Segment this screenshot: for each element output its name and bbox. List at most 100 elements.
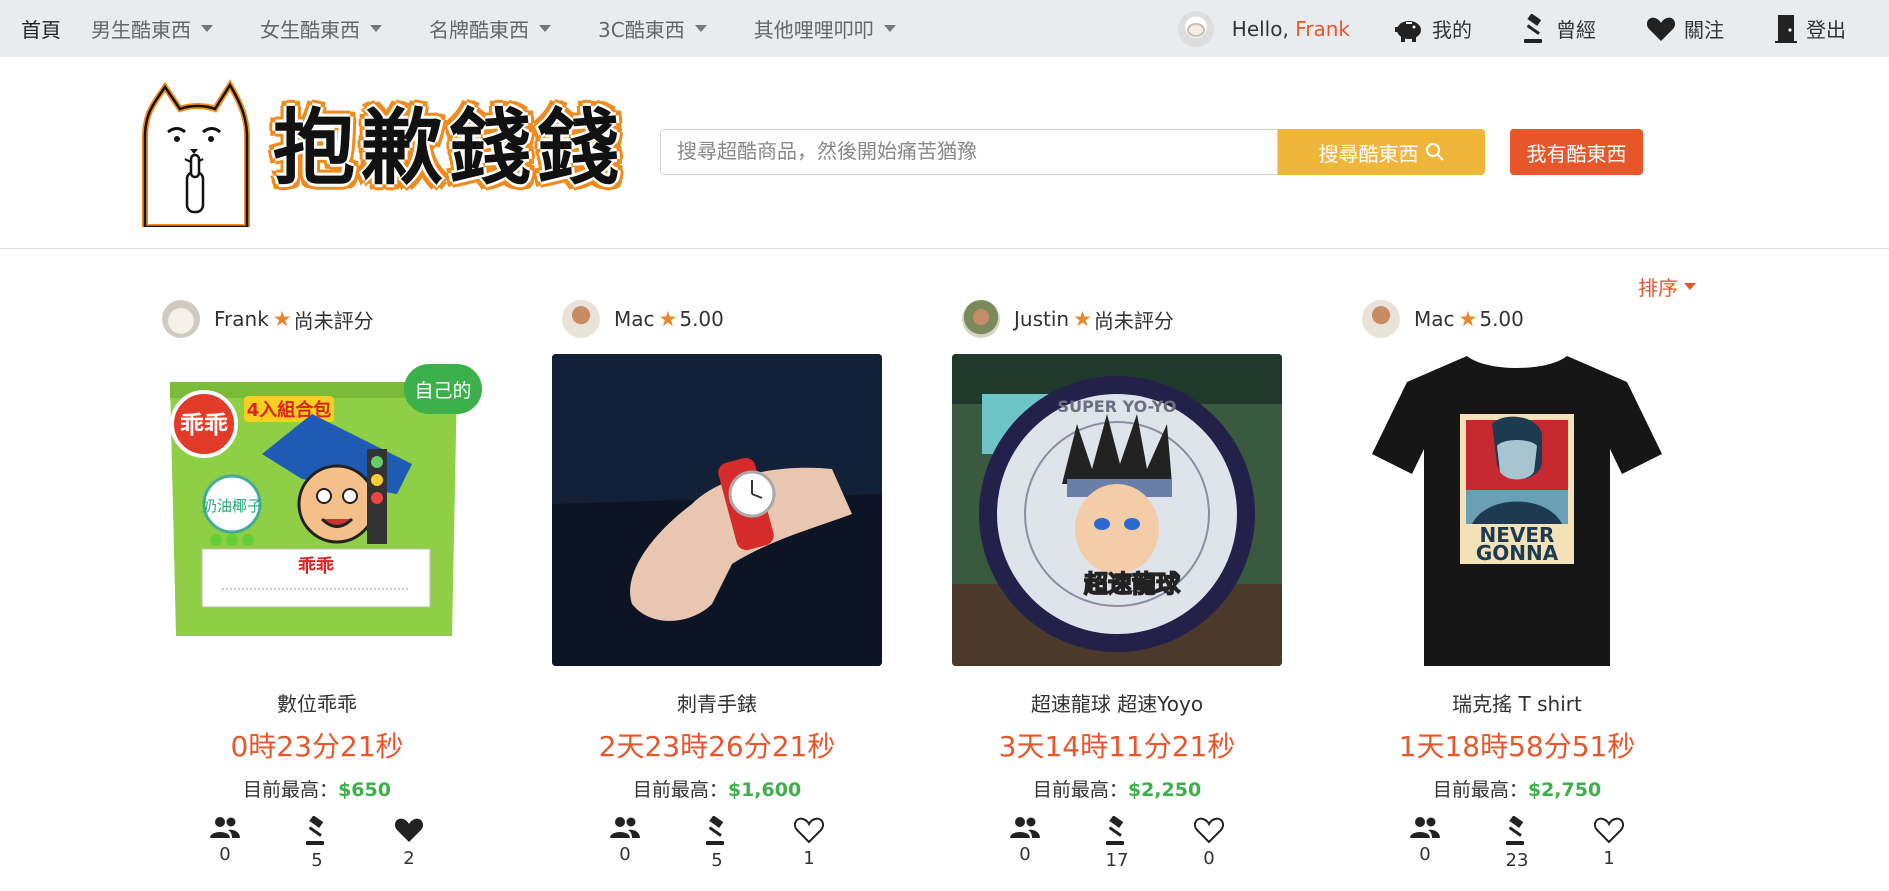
t-shirt-image: NEVER GONNA — [1372, 356, 1662, 666]
seller-info[interactable]: Justin ★ 尚未評分 — [952, 296, 1282, 342]
current-bid: 目前最高：$650 — [152, 775, 482, 802]
gavel-icon — [1106, 816, 1124, 845]
chevron-down-icon — [370, 25, 382, 32]
likes-count: 1 — [1603, 848, 1615, 869]
heart-filled-icon[interactable] — [394, 816, 424, 844]
nav-follow-link[interactable]: 關注 — [1646, 14, 1724, 43]
seller-name: Mac — [1414, 307, 1455, 331]
bids-stat: 17 — [1097, 816, 1137, 871]
current-bid: 目前最高：$2,750 — [1352, 775, 1682, 802]
sell-item-button[interactable]: 我有酷東西 — [1510, 129, 1643, 175]
auction-card[interactable]: Mac ★ 5.00 NEVER GONNA 瑞克搖 T shirt 1天18時… — [1352, 296, 1682, 871]
greeting-prefix: Hello, — [1231, 16, 1296, 41]
nav-home-link[interactable]: 首頁 — [21, 14, 61, 43]
nav-follow-label: 關注 — [1684, 18, 1724, 42]
item-title[interactable]: 瑞克搖 T shirt — [1352, 688, 1682, 717]
bidders-count: 0 — [219, 844, 231, 865]
seller-info[interactable]: Frank ★ 尚未評分 — [152, 296, 482, 342]
bidders-stat: 0 — [1405, 816, 1445, 871]
star-icon: ★ — [1073, 307, 1092, 331]
nav-right: Hello, Frank 我的 曾經 關注 登出 — [1177, 0, 1889, 57]
price-value: $2,250 — [1127, 779, 1202, 801]
nav-category-women[interactable]: 女生酷東西 — [260, 14, 382, 43]
nav-logout-link[interactable]: 登出 — [1774, 14, 1846, 44]
nav-left: 首頁 男生酷東西 女生酷東西 名牌酷東西 3C酷東西 其他哩哩叩叩 — [0, 0, 943, 57]
nav-category-other[interactable]: 其他哩哩叩叩 — [754, 14, 896, 43]
auction-card[interactable]: Mac ★ 5.00 刺青手錶 2天23時26分21秒 目前最高：$1,600 … — [552, 296, 882, 871]
current-bid: 目前最高：$2,250 — [952, 775, 1282, 802]
likes-count: 0 — [1203, 848, 1215, 869]
likes-stat[interactable]: 1 — [789, 816, 829, 871]
nav-category-men[interactable]: 男生酷東西 — [91, 14, 213, 43]
countdown-timer: 2天23時26分21秒 — [598, 730, 836, 763]
bidders-stat: 0 — [1005, 816, 1045, 871]
price-label: 目前最高： — [243, 779, 339, 801]
item-photo[interactable]: 乖乖 4入組合包 奶油椰子 乖乖 自己的 — [152, 354, 482, 666]
gavel-icon — [1524, 13, 1542, 43]
site-header: 抱 歉 錢 錢 搜尋酷東西 我有酷東西 — [0, 57, 1889, 249]
likes-stat[interactable]: 1 — [1589, 816, 1629, 871]
seller-rating: 尚未評分 — [293, 308, 374, 333]
countdown-timer: 0時23分21秒 — [230, 730, 404, 763]
seller-name: Frank — [214, 307, 269, 331]
bidders-stat: 0 — [205, 816, 245, 871]
logo-char: 歉 — [361, 100, 444, 196]
nav-category-3c[interactable]: 3C酷東西 — [598, 14, 707, 43]
nav-category-label: 3C酷東西 — [598, 18, 685, 42]
site-logo[interactable]: 抱 歉 錢 錢 — [135, 77, 630, 227]
heart-outline-icon[interactable] — [1194, 816, 1224, 844]
shirt-text-line2: GONNA — [1476, 541, 1559, 565]
chevron-down-icon — [1684, 283, 1696, 290]
nav-mine-link[interactable]: 我的 — [1394, 14, 1472, 43]
gavel-icon — [1506, 816, 1524, 845]
yoyo-image: SUPER YO-YO 超速龍球 — [952, 354, 1282, 666]
likes-stat[interactable]: 0 — [1189, 816, 1229, 871]
auction-card[interactable]: Justin ★ 尚未評分 SUPER YO-YO 超速龍球 超速龍球 超速Yo… — [952, 296, 1282, 871]
seller-info[interactable]: Mac ★ 5.00 — [552, 296, 882, 342]
search-icon — [1425, 143, 1444, 161]
item-title[interactable]: 超速龍球 超速Yoyo — [952, 688, 1282, 717]
star-icon: ★ — [1458, 307, 1478, 331]
item-stats: 0 5 1 — [552, 816, 882, 871]
bidders-count: 0 — [619, 844, 631, 865]
star-icon: ★ — [658, 307, 678, 331]
item-title[interactable]: 數位乖乖 — [152, 688, 482, 717]
nav-category-brand[interactable]: 名牌酷東西 — [429, 14, 551, 43]
seller-avatar[interactable] — [1362, 300, 1400, 338]
heart-outline-icon[interactable] — [1594, 816, 1624, 844]
yoyo-ring-text: SUPER YO-YO — [1058, 397, 1177, 416]
price-value: $2,750 — [1527, 779, 1602, 801]
greeting-username[interactable]: Frank — [1295, 17, 1350, 41]
seller-rating: 5.00 — [1479, 307, 1524, 331]
nav-category-label: 女生酷東西 — [260, 18, 360, 42]
user-avatar[interactable] — [1177, 10, 1214, 47]
item-photo[interactable]: SUPER YO-YO 超速龍球 — [952, 354, 1282, 666]
search-input[interactable] — [660, 129, 1278, 175]
star-icon: ★ — [272, 307, 292, 331]
seller-name: Mac — [614, 307, 655, 331]
seller-avatar[interactable] — [562, 300, 600, 338]
seller-avatar[interactable] — [162, 300, 200, 338]
item-title[interactable]: 刺青手錶 — [552, 688, 882, 717]
nav-logout-label: 登出 — [1806, 18, 1846, 42]
current-bid: 目前最高：$1,600 — [552, 775, 882, 802]
likes-stat[interactable]: 2 — [389, 816, 429, 871]
seller-info[interactable]: Mac ★ 5.00 — [1352, 296, 1682, 342]
nav-category-label: 其他哩哩叩叩 — [753, 18, 874, 42]
nav-history-link[interactable]: 曾經 — [1522, 13, 1596, 44]
item-photo[interactable] — [552, 354, 882, 666]
item-photo[interactable]: NEVER GONNA — [1352, 354, 1682, 666]
seller-avatar[interactable] — [962, 300, 1000, 338]
auction-card[interactable]: Frank ★ 尚未評分 乖乖 4入組合包 奶油椰子 乖乖 自己的 數位乖乖 0… — [152, 296, 482, 871]
logo-char: 抱 — [273, 100, 356, 196]
heart-outline-icon[interactable] — [794, 816, 824, 844]
bidders-stat: 0 — [605, 816, 645, 871]
search-button[interactable]: 搜尋酷東西 — [1278, 129, 1485, 175]
price-value: $650 — [338, 779, 391, 801]
heart-icon — [1646, 17, 1676, 41]
users-icon — [610, 817, 640, 838]
nav-history-label: 曾經 — [1556, 18, 1596, 42]
chevron-down-icon — [201, 25, 213, 32]
seller-rating: 尚未評分 — [1093, 308, 1174, 333]
cat-mascot-icon — [142, 79, 250, 227]
